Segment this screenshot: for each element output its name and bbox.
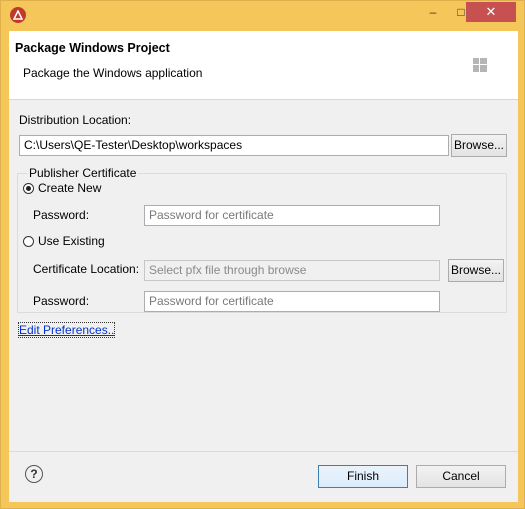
cancel-button[interactable]: Cancel — [416, 465, 506, 488]
page-title: Package Windows Project — [15, 41, 170, 55]
wizard-header: Package Windows Project Package the Wind… — [9, 31, 518, 100]
finish-label: Finish — [346, 469, 379, 483]
dialog-content: Package Windows Project Package the Wind… — [9, 31, 518, 502]
create-password-label: Password: — [33, 208, 90, 222]
dialog-window: – □ ✕ Package Windows Project Package th… — [0, 0, 525, 509]
app-icon — [10, 7, 26, 23]
windows-logo-icon — [473, 58, 487, 72]
footer-separator — [9, 451, 518, 452]
distribution-location-label: Distribution Location: — [19, 113, 132, 127]
distribution-browse-button[interactable]: Browse... — [451, 134, 507, 157]
certificate-location-input[interactable]: Select pfx file through browse — [144, 260, 440, 281]
create-new-label[interactable]: Create New — [38, 181, 101, 195]
close-button[interactable]: ✕ — [466, 2, 516, 22]
title-bar[interactable]: – □ ✕ — [1, 1, 524, 31]
create-new-radio[interactable] — [23, 183, 34, 194]
edit-preferences-link[interactable]: Edit Preferences.. — [17, 322, 116, 338]
existing-password-input[interactable]: Password for certificate — [144, 291, 440, 312]
create-password-input[interactable]: Password for certificate — [144, 205, 440, 226]
help-icon[interactable]: ? — [25, 465, 43, 483]
page-description: Package the Windows application — [23, 66, 203, 80]
certificate-location-label: Certificate Location: — [33, 262, 140, 276]
certificate-browse-button[interactable]: Browse... — [448, 259, 504, 282]
use-existing-label[interactable]: Use Existing — [38, 234, 105, 248]
finish-button[interactable]: Finish — [318, 465, 408, 488]
minimize-button[interactable]: – — [420, 1, 446, 23]
warning-triangle-icon — [13, 10, 23, 20]
distribution-location-input[interactable]: C:\Users\QE-Tester\Desktop\workspaces — [19, 135, 449, 156]
use-existing-radio[interactable] — [23, 236, 34, 247]
publisher-certificate-label: Publisher Certificate — [27, 166, 139, 180]
existing-password-label: Password: — [33, 294, 90, 308]
